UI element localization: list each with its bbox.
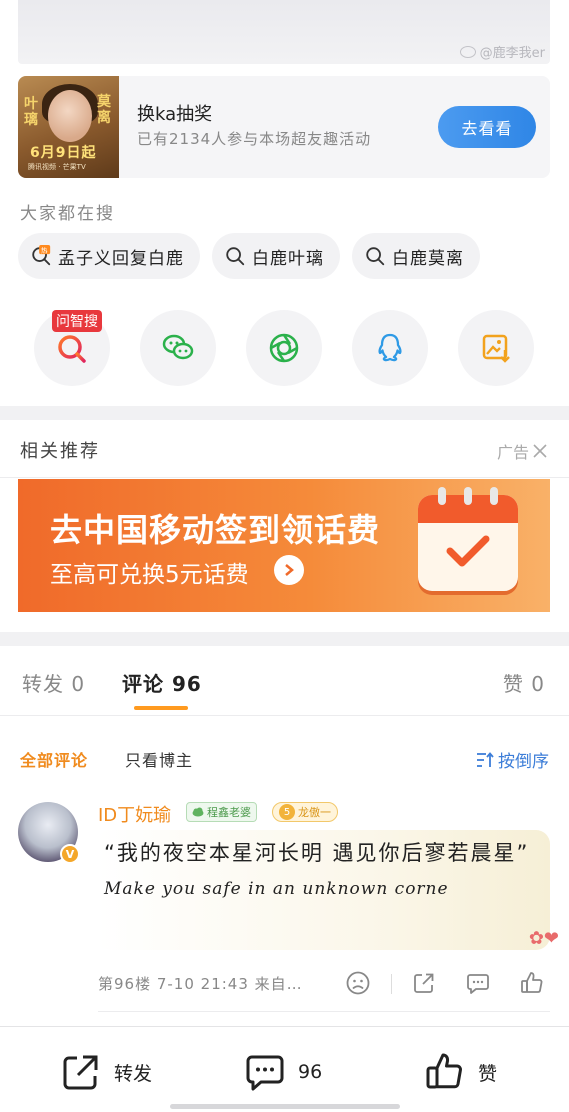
active-tab-indicator bbox=[134, 706, 188, 710]
banner-subtitle: 至高可兑换5元话费 bbox=[50, 562, 249, 588]
comment-icon bbox=[246, 1055, 284, 1091]
level-medal-badge[interactable]: 5 龙傲一 bbox=[272, 802, 338, 822]
dislike-icon[interactable] bbox=[345, 970, 371, 996]
fan-medal-text: 程鑫老婆 bbox=[207, 806, 251, 819]
search-chip-text: 孟子义回复白鹿 bbox=[58, 248, 184, 269]
comment-main-text: “我的夜空本星河长明 遇见你后寥若晨星” bbox=[104, 841, 530, 865]
bottom-repost-label: 转发 bbox=[114, 1062, 153, 1085]
promo-title: 换ka抽奖 bbox=[137, 104, 213, 125]
ad-label: 广告 bbox=[496, 443, 529, 462]
search-icon bbox=[226, 247, 245, 266]
sort-icon bbox=[477, 751, 494, 767]
divider-line bbox=[0, 477, 569, 478]
comment-icon[interactable] bbox=[465, 970, 491, 996]
tab-likes[interactable]: 赞 0 bbox=[503, 668, 545, 697]
comment-text[interactable]: “我的夜空本星河长明 遇见你后寥若晨星” Make you safe in an… bbox=[104, 836, 534, 906]
share-wechat-button[interactable] bbox=[140, 310, 216, 386]
trending-search-chips: 热 孟子义回复白鹿 白鹿叶璃 白鹿莫离 bbox=[18, 233, 480, 279]
bottom-like-button[interactable]: 赞 bbox=[424, 1051, 497, 1093]
tab-comments[interactable]: 评论 96 bbox=[122, 668, 202, 697]
search-chip-text: 白鹿叶璃 bbox=[252, 248, 324, 269]
fan-medal-badge[interactable]: 程鑫老婆 bbox=[186, 802, 257, 822]
bottom-comment-count: 96 bbox=[298, 1061, 323, 1083]
share-icon[interactable] bbox=[411, 970, 437, 996]
bottom-repost-button[interactable]: 转发 bbox=[60, 1051, 152, 1093]
cloud-icon bbox=[192, 807, 204, 817]
ask-search-icon bbox=[58, 335, 86, 363]
like-icon[interactable] bbox=[519, 970, 545, 996]
like-icon bbox=[426, 1053, 462, 1089]
trending-search-label: 大家都在搜 bbox=[20, 204, 115, 224]
hot-search-icon: 热 bbox=[32, 245, 51, 266]
weibo-logo-icon bbox=[459, 45, 476, 58]
thumb-date: 6月9日起 bbox=[30, 145, 97, 161]
search-chip-1[interactable]: 热 孟子义回复白鹿 bbox=[18, 233, 200, 279]
bottom-like-label: 赞 bbox=[478, 1062, 498, 1085]
moments-icon bbox=[269, 333, 299, 363]
go-see-button[interactable]: 去看看 bbox=[438, 106, 536, 148]
action-separator bbox=[391, 974, 392, 994]
post-tabs: 转发 0 评论 96 赞 0 bbox=[0, 660, 569, 716]
svg-text:热: 热 bbox=[41, 245, 48, 254]
section-divider bbox=[0, 406, 569, 420]
verified-badge-icon: V bbox=[60, 844, 80, 864]
thumbnail-face bbox=[48, 90, 92, 142]
share-moments-button[interactable] bbox=[246, 310, 322, 386]
home-indicator[interactable] bbox=[170, 1104, 400, 1109]
divider-line bbox=[0, 715, 569, 716]
section-divider bbox=[0, 632, 569, 646]
thumb-right-text: 莫离 bbox=[97, 94, 111, 126]
sort-order-button[interactable]: 按倒序 bbox=[476, 747, 549, 772]
medal-level: 5 bbox=[279, 804, 295, 820]
thumb-left-text: 叶璃 bbox=[24, 96, 38, 128]
related-recommend-label: 相关推荐 bbox=[20, 441, 100, 462]
tab-repost[interactable]: 转发 0 bbox=[22, 668, 85, 697]
ad-close[interactable]: 广告 bbox=[497, 439, 547, 463]
divider-line bbox=[98, 1011, 550, 1012]
filter-owner-only[interactable]: 只看博主 bbox=[125, 747, 193, 771]
promo-thumbnail: 叶璃 莫离 6月9日起 腾讯视频 · 芒果TV bbox=[18, 76, 119, 178]
comment-script-text: Make you safe in an unknown corne bbox=[104, 879, 449, 899]
save-image-button[interactable] bbox=[458, 310, 534, 386]
filter-all-comments[interactable]: 全部评论 bbox=[20, 747, 88, 771]
comment-meta: 第96楼 7-10 21:43 来自… bbox=[98, 975, 303, 993]
ask-search-badge: 问智搜 bbox=[52, 310, 102, 332]
calendar-check-icon bbox=[418, 487, 518, 591]
comment-actions bbox=[345, 970, 545, 998]
search-chip-3[interactable]: 白鹿莫离 bbox=[352, 233, 480, 279]
repost-icon bbox=[63, 1055, 98, 1090]
comment-username[interactable]: ID丁妧瑜 bbox=[98, 801, 171, 827]
search-chip-2[interactable]: 白鹿叶璃 bbox=[212, 233, 340, 279]
save-image-icon bbox=[482, 334, 510, 363]
lottery-promo-card[interactable]: 叶璃 莫离 6月9日起 腾讯视频 · 芒果TV 换ka抽奖 已有2134人参与本… bbox=[18, 76, 550, 178]
bubble-decoration-icon: ✿❤ bbox=[528, 928, 559, 949]
share-row: 问智搜 bbox=[34, 310, 534, 386]
banner-title: 去中国移动签到领话费 bbox=[50, 511, 381, 549]
bottom-comment-button[interactable]: 96 bbox=[244, 1051, 322, 1093]
thumb-platforms: 腾讯视频 · 芒果TV bbox=[28, 163, 86, 171]
image-watermark: @鹿李我er bbox=[459, 42, 545, 61]
chevron-right-icon bbox=[274, 555, 304, 585]
ad-banner[interactable]: 去中国移动签到领话费 至高可兑换5元话费 bbox=[18, 479, 550, 612]
search-icon bbox=[366, 247, 385, 266]
promo-subtitle: 已有2134人参与本场超友趣活动 bbox=[137, 130, 372, 148]
wechat-icon bbox=[162, 334, 194, 360]
search-chip-text: 白鹿莫离 bbox=[392, 248, 464, 269]
sort-label: 按倒序 bbox=[498, 752, 549, 772]
bottom-action-bar: 转发 96 赞 bbox=[0, 1026, 569, 1112]
qq-icon bbox=[378, 333, 402, 362]
share-qq-button[interactable] bbox=[352, 310, 428, 386]
ask-search-button[interactable]: 问智搜 bbox=[34, 310, 110, 386]
avatar[interactable]: V bbox=[18, 802, 80, 864]
level-medal-text: 龙傲一 bbox=[298, 806, 331, 819]
close-icon[interactable] bbox=[533, 444, 547, 458]
watermark-text: @鹿李我er bbox=[479, 46, 545, 61]
